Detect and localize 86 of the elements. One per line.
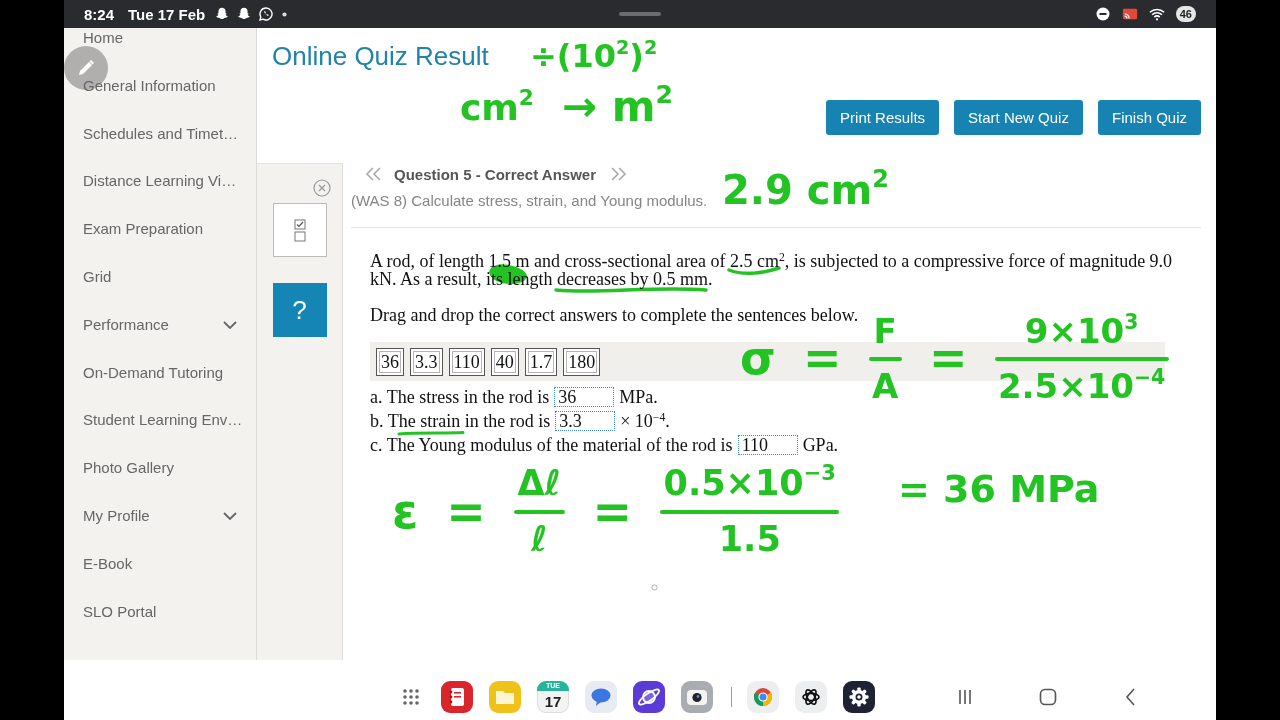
handwritten-denominator: A [870, 364, 900, 407]
sentence-text: b. The strain in the rod is [370, 412, 551, 430]
answer-tile[interactable]: 36 [376, 347, 404, 376]
pencil-icon [76, 58, 96, 78]
handwritten-note: → m$^{2}$ [562, 86, 674, 128]
ink-underline [727, 266, 781, 276]
sidebar-item[interactable]: Schedules and Timet… [83, 125, 237, 142]
ring-icon [651, 584, 658, 591]
atom-app-icon[interactable] [795, 681, 827, 713]
planet-app-icon[interactable] [633, 681, 665, 713]
answer-tile[interactable]: 1.7 [524, 347, 558, 376]
unit-text: × 10$^{−4}$. [620, 412, 670, 430]
sidebar-item[interactable]: General Information [83, 77, 237, 94]
sidebar-item[interactable]: Distance Learning Vi… [83, 173, 237, 190]
sidebar-item[interactable]: SLO Portal [83, 603, 237, 620]
sidebar-item[interactable]: Grid [83, 269, 237, 285]
answer-field[interactable]: 36 [554, 387, 615, 407]
notebook-app-icon[interactable] [441, 681, 473, 713]
calendar-day: 17 [544, 691, 562, 712]
sidebar-item[interactable]: My Profile [83, 507, 237, 524]
answer-tile[interactable]: 3.3 [410, 347, 443, 376]
handwritten-denominator: ℓ [529, 517, 549, 561]
wifi-icon [1148, 6, 1165, 22]
fraction-bar [868, 356, 902, 361]
page-title: Online Quiz Result [272, 40, 489, 72]
handwritten-numerator: 0.5×10$^{−3}$ [662, 462, 837, 505]
status-date: Tue 17 Feb [128, 5, 206, 23]
minus-circle-icon [1094, 6, 1111, 22]
unit-text: GPa. [802, 436, 839, 454]
header-button[interactable]: Finish Quiz [1097, 100, 1201, 135]
handwritten-note: = 36 MPa [898, 470, 1100, 508]
handwritten-symbol: = [446, 488, 486, 536]
tricolor-circle-app-icon[interactable] [747, 681, 779, 713]
sentence-text: a. The stress in the rod is [370, 388, 550, 406]
answer-field[interactable]: 110 [737, 435, 798, 455]
app-grid-icon[interactable] [402, 688, 420, 706]
header-button[interactable]: Start New Quiz [954, 100, 1083, 135]
notification-dot-icon [282, 11, 288, 17]
drag-handle[interactable] [619, 12, 661, 16]
answer-field[interactable]: 3.3 [555, 411, 616, 431]
question-subtitle: (WAS 8) Calculate stress, strain, and Young modulus. [351, 191, 708, 211]
handwritten-numerator: Δℓ [516, 462, 562, 505]
sidebar-item[interactable]: Photo Gallery [83, 460, 237, 477]
sidebar-item[interactable]: On-Demand Tutoring [83, 364, 237, 381]
handwritten-symbol: σ [740, 335, 776, 382]
answer-tile[interactable]: 180 [563, 347, 601, 376]
phone-bubble-icon [258, 6, 275, 22]
help-button[interactable]: ? [272, 283, 327, 337]
sidebar-item[interactable]: E-Book [83, 555, 237, 572]
handwritten-denominator: 1.5 [717, 517, 782, 561]
handwritten-symbol: = [802, 335, 842, 382]
handwritten-numerator: F [872, 310, 898, 353]
handwritten-symbol: ε [392, 488, 419, 536]
home-icon[interactable] [1038, 687, 1058, 707]
handwritten-symbol: = [592, 488, 633, 536]
question-heading: Question 5 - Correct Answer [394, 165, 596, 183]
handwritten-note: ÷(10$^{2}$)$^{2}$ [530, 40, 658, 72]
sidebar-item[interactable]: Exam Preparation [83, 221, 237, 238]
handwritten-note: 2.9 cm$^{2}$ [722, 170, 889, 210]
camera-app-icon[interactable] [681, 681, 713, 713]
battery-level: 46 [1175, 6, 1196, 22]
sidebar-item[interactable]: Performance [83, 316, 237, 333]
handwritten-numerator: 9×10$^{3}$ [1023, 310, 1140, 353]
answer-tile[interactable]: 110 [448, 347, 485, 376]
answer-tile[interactable]: 40 [490, 347, 519, 376]
clock-time: 8:24 [84, 5, 115, 23]
fraction-bar [513, 509, 565, 514]
ink-underline [397, 431, 465, 436]
gear-app-icon[interactable] [843, 681, 875, 713]
sidebar-item[interactable]: Home [83, 30, 237, 46]
chevron-down-icon[interactable] [223, 511, 237, 520]
unit-text: MPa. [619, 388, 658, 406]
header-button[interactable]: Print Results [826, 100, 940, 135]
handwritten-symbol: = [928, 335, 968, 382]
handwritten-denominator: 2.5×10$^{−4}$ [996, 364, 1167, 407]
chevron-down-icon[interactable] [223, 320, 237, 329]
checklist-icon [293, 218, 306, 242]
close-icon[interactable] [313, 179, 331, 197]
chat-bubble-app-icon[interactable] [585, 681, 617, 713]
cast-icon [1121, 6, 1138, 22]
ghost-icon [214, 6, 231, 22]
sentence-text: c. The Young modulus of the material of the rod is [370, 436, 733, 454]
instruction-text: Drag and drop the correct answers to complete the sentences below. [370, 306, 859, 324]
handwritten-note: cm$^{2}$ [460, 90, 534, 126]
checklist-button[interactable] [272, 203, 327, 257]
ghost-icon [236, 6, 253, 22]
